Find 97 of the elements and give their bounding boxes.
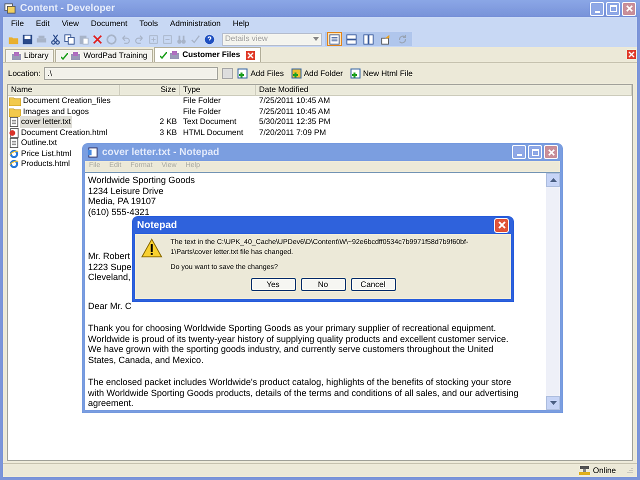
- close-icon: [498, 221, 506, 229]
- close-icon: [548, 148, 554, 156]
- text-line: Worldwide Sporting Goods: [88, 175, 195, 186]
- text-line: States, Canada, and Mexico.: [88, 354, 204, 365]
- text-line: Worldwide is proud of its twenty-year history of supplying quality products and excellent customer service.: [88, 334, 509, 344]
- menu-item[interactable]: View: [62, 18, 79, 30]
- file-name[interactable]: cover letter.txt: [20, 116, 72, 128]
- column-header[interactable]: Date Modified: [256, 85, 632, 95]
- dialog-button[interactable]: Cancel: [350, 278, 396, 291]
- package-icon: [169, 50, 180, 60]
- split-columns-icon[interactable]: [361, 32, 376, 46]
- tab[interactable]: Library: [5, 49, 54, 62]
- add-file-icon: [350, 68, 361, 79]
- file-name[interactable]: Document Creation_files: [22, 95, 112, 108]
- text-line: with Worldwide Sporting Goods products, details of the terms and conditions of all sales, and our advertising: [88, 388, 519, 398]
- toolbar-action-button[interactable]: Add Files: [237, 68, 284, 80]
- menu-item[interactable]: File: [11, 18, 24, 30]
- tab[interactable]: Customer Files: [154, 47, 262, 62]
- menu-item[interactable]: Tools: [139, 18, 158, 30]
- toolbar-action-button[interactable]: New Html File: [350, 68, 413, 80]
- dialog-button[interactable]: No: [300, 278, 346, 291]
- window-title: cover letter.txt - Notepad: [102, 146, 220, 160]
- text-line: agreement.: [88, 398, 134, 408]
- close-button[interactable]: [622, 2, 636, 16]
- table-cell: 7/20/2011 7:09 PM: [259, 128, 326, 137]
- delete-icon[interactable]: [92, 34, 103, 44]
- text-line: Mr. Robert: [88, 251, 130, 262]
- window-title: Content - Developer: [20, 2, 116, 16]
- column-header[interactable]: Size: [120, 85, 180, 95]
- checkmark-icon: [160, 52, 168, 58]
- table-cell: File Folder: [183, 106, 221, 116]
- table-cell: 7/25/2011 10:45 AM: [259, 106, 330, 116]
- scroll-down-icon[interactable]: [550, 401, 556, 405]
- warning-icon: [141, 238, 163, 258]
- save-icon[interactable]: [22, 34, 33, 44]
- checkmark-icon: [61, 52, 68, 60]
- dialog-button[interactable]: Yes: [250, 278, 296, 291]
- app-icon: [4, 3, 16, 14]
- table-cell: 2 KB: [160, 117, 177, 126]
- table-cell: Text Document: [183, 117, 236, 126]
- text-line: We have grown with the sporting goods industry, and currently serve customers throughout the United: [88, 344, 494, 354]
- column-header[interactable]: Name: [8, 85, 120, 95]
- close-icon[interactable]: [246, 50, 256, 60]
- toolbar-action-button[interactable]: Add Folder: [290, 68, 343, 80]
- text-line: Media, PA 19107: [88, 196, 156, 206]
- text-line: 1234 Leisure Drive: [88, 186, 164, 196]
- split-rows-icon[interactable]: [344, 32, 359, 46]
- menu-item[interactable]: Edit: [36, 18, 50, 30]
- text-line: 1223 Supe: [88, 262, 132, 272]
- table-cell: 7/25/2011 10:45 AM: [259, 96, 330, 106]
- network-icon: [578, 466, 590, 476]
- table-cell: 3 KB: [160, 128, 177, 137]
- table-cell: 5/30/2011 12:35 PM: [259, 117, 330, 126]
- help-icon[interactable]: [204, 34, 215, 44]
- text-line: Dear Mr. C: [88, 300, 132, 311]
- dialog-title: Notepad: [137, 218, 178, 232]
- close-icon: [628, 51, 635, 58]
- close-button[interactable]: [494, 218, 509, 232]
- menu-item[interactable]: Administration: [170, 18, 221, 30]
- dropdown-arrow-icon: [313, 37, 319, 41]
- text-line: The enclosed packet includes Worldwide's product catalog, highlights of the benefits of stocking your store: [88, 377, 512, 388]
- file-name[interactable]: Price List.html: [20, 148, 72, 160]
- folder-icon: [9, 106, 21, 117]
- resize-grip-icon[interactable]: [625, 466, 633, 474]
- file-name[interactable]: Products.html: [20, 158, 71, 170]
- close-button[interactable]: [544, 145, 558, 159]
- copy-icon[interactable]: [64, 34, 75, 44]
- minimize-button[interactable]: [512, 145, 526, 159]
- close-icon: [626, 5, 632, 12]
- file-name[interactable]: Images and Logos: [22, 106, 90, 118]
- details-view-icon[interactable]: [327, 32, 342, 46]
- status-text: Online: [592, 464, 616, 476]
- text-line: (610) 555-4321: [88, 206, 150, 217]
- add-folder-icon: [290, 68, 302, 79]
- add-file-icon: [237, 68, 248, 79]
- text-line: Thank you for choosing Worldwide Sporting Goods as your primary supplier of recreational equipment.: [88, 323, 496, 334]
- file-name[interactable]: Outline.txt: [20, 137, 58, 150]
- scroll-up-icon[interactable]: [550, 178, 556, 182]
- location-field[interactable]: .\: [44, 67, 218, 80]
- location-label: Location:: [8, 68, 40, 80]
- minimize-button[interactable]: [590, 2, 604, 16]
- notepad-icon: [87, 146, 98, 158]
- menu-item[interactable]: Help: [232, 18, 250, 30]
- menu-item[interactable]: Document: [90, 18, 128, 30]
- package-icon: [11, 52, 22, 60]
- scroll-bar[interactable]: [546, 173, 560, 410]
- table-cell: HTML Document: [183, 128, 244, 137]
- tab[interactable]: WordPad Training: [55, 49, 154, 62]
- text-line: Cleveland,: [88, 272, 131, 282]
- maximize-button[interactable]: [528, 145, 542, 159]
- cut-icon[interactable]: [50, 34, 61, 44]
- close-tab-button[interactable]: [627, 50, 636, 59]
- package-icon: [70, 52, 82, 60]
- column-header[interactable]: Type: [180, 85, 256, 95]
- file-name[interactable]: Document Creation.html: [20, 126, 108, 139]
- table-cell: File Folder: [183, 96, 221, 106]
- maximize-button[interactable]: [606, 2, 620, 16]
